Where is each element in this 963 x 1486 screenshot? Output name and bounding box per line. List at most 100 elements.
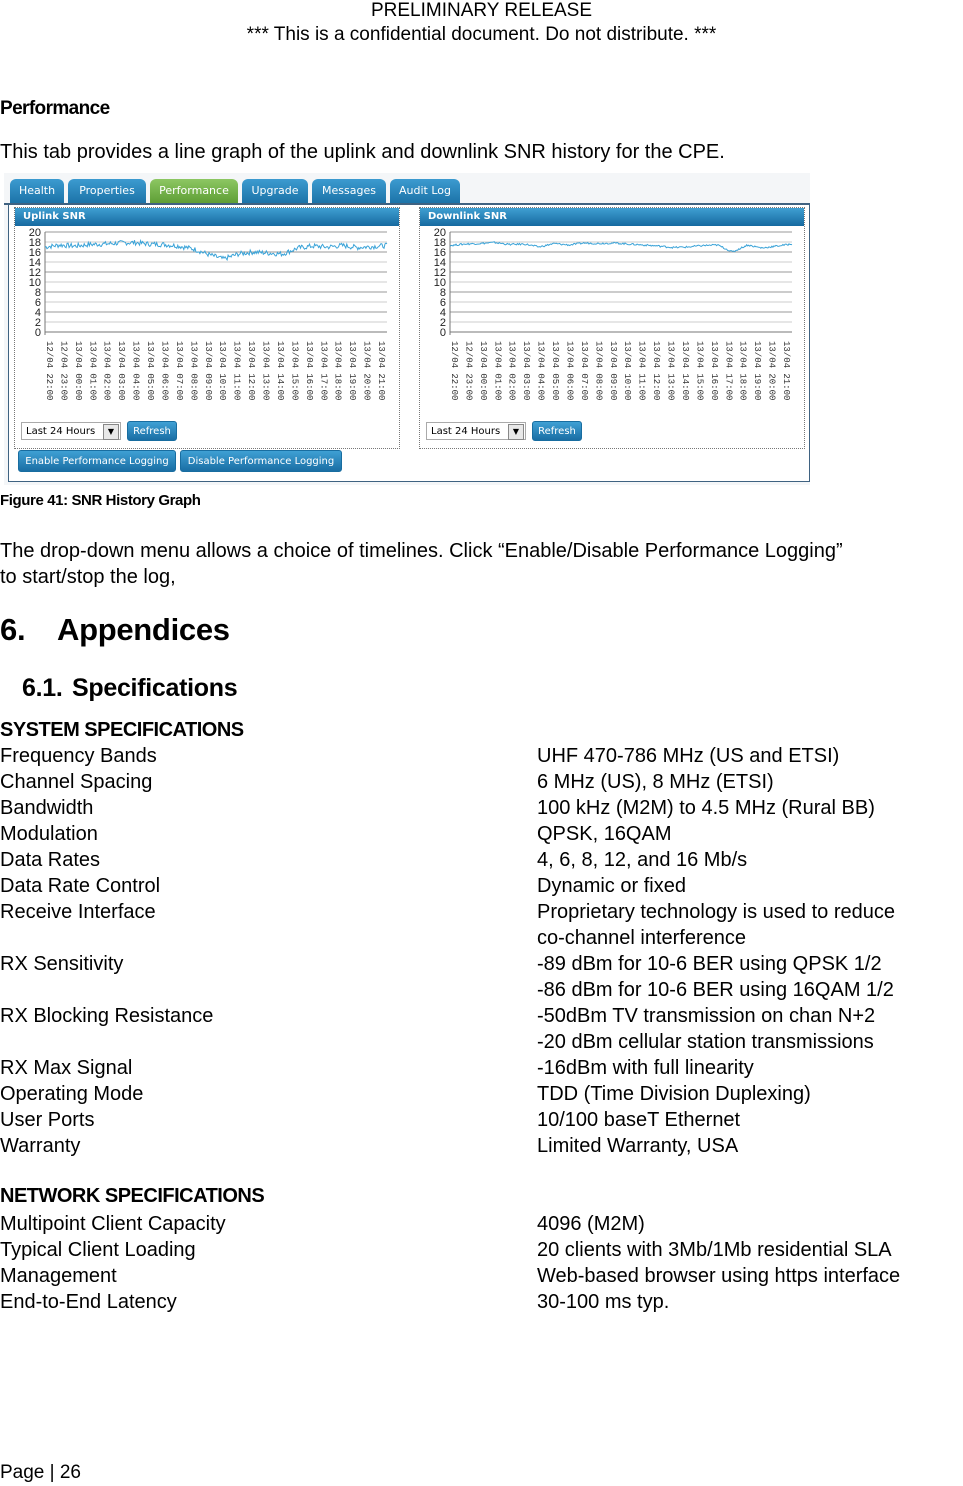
x-tick-label: 13/04 12:00 — [246, 341, 256, 400]
enable-performance-logging-button[interactable]: Enable Performance Logging — [18, 450, 176, 472]
x-tick-label: 13/04 04:00 — [131, 341, 141, 400]
x-tick-label: 13/04 21:00 — [376, 341, 386, 400]
x-tick-label: 13/04 16:00 — [709, 341, 719, 400]
spec-key: Operating Mode — [0, 1083, 144, 1105]
tab-properties[interactable]: Properties — [68, 179, 146, 203]
x-tick-label: 13/04 09:00 — [608, 341, 618, 400]
spec-key: User Ports — [0, 1109, 95, 1131]
spec-key: Frequency Bands — [0, 745, 157, 767]
tab-messages[interactable]: Messages — [312, 179, 386, 203]
tab-performance[interactable]: Performance — [150, 179, 238, 203]
series-line — [449, 241, 793, 253]
specifications-number: 6.1. — [22, 674, 63, 702]
spec-value: Dynamic or fixed — [537, 875, 686, 897]
y-tick-label: 20 — [434, 228, 446, 239]
appendices-number: 6. — [0, 612, 26, 647]
x-tick-label: 13/04 13:00 — [261, 341, 271, 400]
spec-key: RX Max Signal — [0, 1057, 133, 1079]
spec-key: Data Rate Control — [0, 875, 161, 897]
x-tick-label: 13/04 07:00 — [174, 341, 184, 400]
x-tick-label: 13/04 11:00 — [637, 341, 647, 400]
uplink-snr-title: Uplink SNR — [15, 208, 399, 226]
system-specs-title: SYSTEM SPECIFICATIONS — [0, 719, 244, 741]
spec-key: Channel Spacing — [0, 771, 153, 793]
spec-key: RX Sensitivity — [0, 953, 124, 975]
uplink-snr-chart: 0246810121416182012/04 22:00 12/04 23:00 1… — [29, 228, 388, 400]
uplink-refresh-button[interactable]: Refresh — [127, 421, 177, 441]
x-tick-label: 12/04 22:00 — [449, 341, 459, 400]
spec-key: End-to-End Latency — [0, 1291, 177, 1313]
x-tick-label: 13/04 03:00 — [521, 341, 531, 400]
spec-value: 100 kHz (M2M) to 4.5 MHz (Rural BB) — [537, 797, 875, 819]
spec-key: Bandwidth — [0, 797, 94, 819]
downlink-refresh-button[interactable]: Refresh — [532, 421, 582, 441]
performance-content-frame: Uplink SNR 0 2 4 6 8 10 12 14 16 18 20 12/04 22:00 1… — [8, 205, 810, 482]
spec-value: Web-based browser using https interface — [537, 1265, 901, 1287]
x-tick-label: 12/04 23:00 — [463, 341, 473, 400]
snr-history-screenshot: Health Properties Performance Upgrade Me… — [4, 173, 810, 485]
x-tick-label: 13/04 03:00 — [116, 341, 126, 400]
tab-audit-log[interactable]: Audit Log — [390, 179, 460, 203]
spec-key: Multipoint Client Capacity — [0, 1213, 226, 1235]
x-tick-label: 13/04 14:00 — [680, 341, 690, 400]
spec-value: 4, 6, 8, 12, and 16 Mb/s — [537, 849, 748, 871]
x-tick-label: 13/04 12:00 — [651, 341, 661, 400]
downlink-snr-panel: Downlink SNR 0 2 4 6 8 10 12 14 16 18 20 12/04 22:0… — [419, 207, 805, 449]
downlink-snr-title: Downlink SNR — [420, 208, 804, 226]
spec-value: Proprietary technology is used to reduce… — [537, 901, 895, 949]
spec-key: Typical Client Loading — [0, 1239, 196, 1261]
x-tick-label: 13/04 04:00 — [536, 341, 546, 400]
x-tick-label: 13/04 19:00 — [752, 341, 762, 400]
x-tick-label: 13/04 06:00 — [159, 341, 169, 400]
x-tick-label: 13/04 17:00 — [723, 341, 733, 400]
downlink-snr-chart: 0246810121416182012/04 22:00 12/04 23:00 1… — [434, 228, 793, 400]
tab-health[interactable]: Health — [10, 179, 64, 203]
appendices-title: Appendices — [57, 612, 230, 647]
downlink-range-select[interactable]: Last 24 Hours ▼ — [426, 422, 526, 440]
x-tick-label: 13/04 01:00 — [492, 341, 502, 400]
uplink-range-value: Last 24 Hours — [26, 426, 96, 437]
x-tick-label: 13/04 21:00 — [781, 341, 791, 400]
x-tick-label: 13/04 20:00 — [767, 341, 777, 400]
x-tick-label: 13/04 09:00 — [203, 341, 213, 400]
performance-heading: Performance — [0, 98, 110, 119]
x-tick-label: 13/04 11:00 — [232, 341, 242, 400]
spec-value: Limited Warranty, USA — [537, 1135, 739, 1157]
x-tick-label: 13/04 10:00 — [217, 341, 227, 400]
spec-value: 4096 (M2M) — [537, 1213, 645, 1235]
tab-upgrade[interactable]: Upgrade — [242, 179, 308, 203]
x-tick-label: 12/04 23:00 — [58, 341, 68, 400]
x-tick-label: 13/04 05:00 — [145, 341, 155, 400]
chevron-down-icon: ▼ — [508, 424, 524, 440]
x-tick-label: 13/04 01:00 — [87, 341, 97, 400]
uplink-range-select[interactable]: Last 24 Hours ▼ — [21, 422, 121, 440]
spec-key: Data Rates — [0, 849, 101, 871]
spec-value: 30-100 ms typ. — [537, 1291, 670, 1313]
spec-key: Receive Interface — [0, 901, 156, 923]
performance-intro: This tab provides a line graph of the up… — [0, 141, 725, 163]
description-line-2: to start/stop the log, — [0, 566, 176, 588]
x-tick-label: 13/04 18:00 — [738, 341, 748, 400]
disable-performance-logging-button[interactable]: Disable Performance Logging — [180, 450, 342, 472]
specifications-heading: 6.1. Specifications — [22, 674, 238, 703]
spec-value: QPSK, 16QAM — [537, 823, 672, 845]
x-tick-label: 13/04 02:00 — [102, 341, 112, 400]
downlink-range-value: Last 24 Hours — [431, 426, 501, 437]
uplink-snr-panel: Uplink SNR 0 2 4 6 8 10 12 14 16 18 20 12/04 22:00 1… — [14, 207, 400, 449]
confidential-header-notice: *** This is a confidential document. Do … — [246, 24, 717, 45]
spec-value: -16dBm with full linearity — [537, 1057, 754, 1079]
x-tick-label: 13/04 08:00 — [188, 341, 198, 400]
x-tick-label: 13/04 15:00 — [289, 341, 299, 400]
confidential-header-title: PRELIMINARY RELEASE — [370, 0, 593, 21]
chevron-down-icon: ▼ — [103, 424, 119, 440]
x-tick-label: 13/04 13:00 — [666, 341, 676, 400]
x-tick-label: 13/04 00:00 — [73, 341, 83, 400]
appendices-heading: 6. Appendices — [0, 612, 230, 648]
x-tick-label: 13/04 18:00 — [333, 341, 343, 400]
y-tick-label: 20 — [29, 228, 41, 239]
x-tick-label: 13/04 15:00 — [694, 341, 704, 400]
series-line — [44, 238, 388, 262]
spec-value: TDD (Time Division Duplexing) — [537, 1083, 811, 1105]
specifications-title: Specifications — [72, 674, 238, 702]
network-specs-title: NETWORK SPECIFICATIONS — [0, 1185, 265, 1207]
